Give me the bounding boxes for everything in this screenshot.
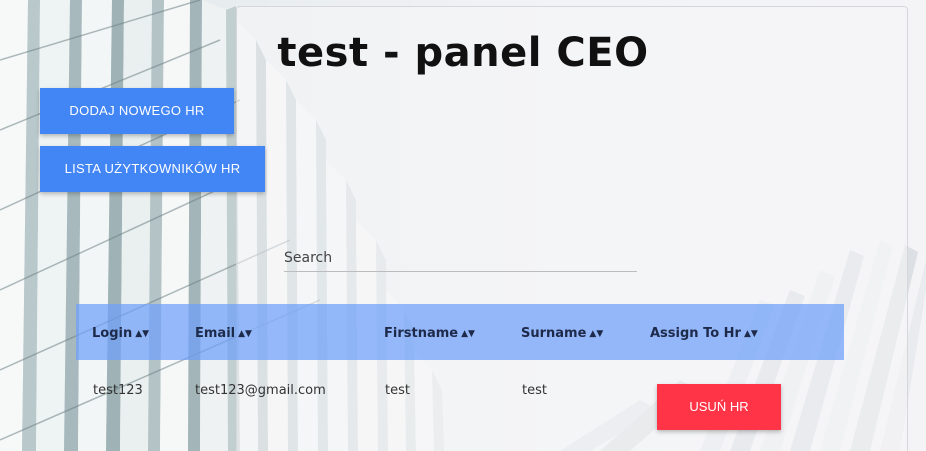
column-label: Login: [92, 326, 133, 341]
column-header-firstname[interactable]: Firstname ▲▼: [384, 326, 475, 341]
cell-firstname: test: [385, 383, 410, 398]
table-header: Login ▲▼ Email ▲▼ Firstname ▲▼ Surname ▲▼ As…: [76, 304, 844, 360]
column-header-login[interactable]: Login ▲▼: [92, 326, 149, 341]
sort-icon: ▲▼: [461, 329, 475, 339]
column-header-email[interactable]: Email ▲▼: [195, 326, 252, 341]
column-label: Surname: [521, 326, 587, 341]
column-label: Email: [195, 326, 236, 341]
cell-surname: test: [522, 383, 547, 398]
add-new-hr-button[interactable]: DODAJ NOWEGO HR: [40, 88, 234, 134]
search-input[interactable]: [284, 244, 637, 272]
delete-hr-button[interactable]: USUŃ HR: [657, 384, 781, 430]
column-label: Assign To Hr: [650, 326, 741, 341]
sort-icon: ▲▼: [589, 329, 604, 339]
column-label: Firstname: [384, 326, 459, 341]
column-header-assign-to-hr[interactable]: Assign To Hr ▲▼: [650, 326, 758, 341]
sort-icon: ▲▼: [743, 329, 758, 339]
sort-icon: ▲▼: [238, 329, 252, 339]
page-title: test - panel CEO: [277, 30, 649, 76]
hr-users-list-button[interactable]: LISTA UŻYTKOWNIKÓW HR: [40, 146, 265, 192]
sort-icon: ▲▼: [135, 329, 150, 339]
cell-email: test123@gmail.com: [195, 383, 326, 398]
cell-login: test123: [93, 383, 143, 398]
column-header-surname[interactable]: Surname ▲▼: [521, 326, 603, 341]
